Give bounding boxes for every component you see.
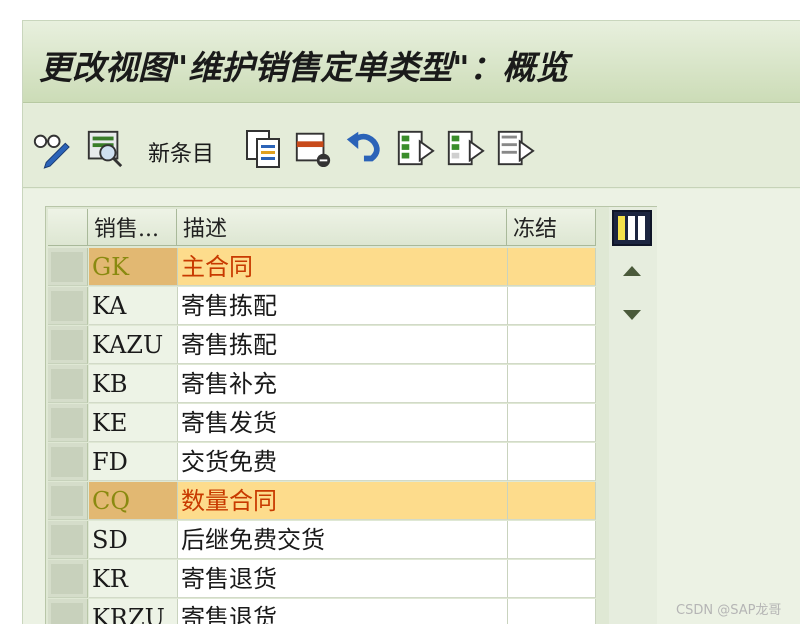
table-row[interactable]: KB 寄售补充 [48, 365, 596, 404]
copy-icon[interactable] [243, 126, 283, 170]
deselect-all-icon[interactable] [495, 126, 535, 170]
cell-blocked[interactable] [508, 248, 596, 286]
delete-icon[interactable] [293, 126, 333, 170]
column-header-description[interactable]: 描述 [177, 209, 507, 246]
select-all-icon[interactable] [395, 126, 435, 170]
cell-description[interactable]: 寄售发货 [178, 404, 508, 442]
row-selector[interactable] [48, 326, 88, 364]
cell-blocked[interactable] [508, 326, 596, 364]
cell-description[interactable]: 寄售退货 [178, 599, 508, 624]
table-row[interactable]: SD 后继免费交货 [48, 521, 596, 560]
scroll-up-icon[interactable] [609, 249, 655, 293]
cell-blocked[interactable] [508, 521, 596, 559]
cell-code[interactable]: KB [89, 365, 178, 403]
row-selector[interactable] [48, 248, 88, 286]
row-selector[interactable] [48, 521, 88, 559]
cell-code[interactable]: KR [89, 560, 178, 598]
cell-code[interactable]: KAZU [89, 326, 178, 364]
row-selector[interactable] [48, 599, 88, 624]
cell-code[interactable]: KA [89, 287, 178, 325]
cell-code[interactable]: SD [89, 521, 178, 559]
new-entries-button[interactable]: 新条目 [148, 136, 214, 168]
cell-description[interactable]: 数量合同 [178, 482, 508, 520]
application-toolbar: 新条目 [23, 104, 800, 188]
select-icon[interactable] [85, 126, 125, 170]
cell-description[interactable]: 主合同 [178, 248, 508, 286]
table-row[interactable]: KE 寄售发货 [48, 404, 596, 443]
cell-blocked[interactable] [508, 287, 596, 325]
cell-description[interactable]: 交货免费 [178, 443, 508, 481]
cell-code[interactable]: CQ [89, 482, 178, 520]
page-title: 更改视图"维护销售定单类型"：概览 [39, 48, 569, 87]
cell-blocked[interactable] [508, 599, 596, 624]
table-row[interactable]: KA 寄售拣配 [48, 287, 596, 326]
column-settings-icon[interactable] [612, 210, 652, 246]
cell-description[interactable]: 后继免费交货 [178, 521, 508, 559]
table-control: 销售... 描述 冻结 GK 主合同 KA 寄售拣配 KAZU 寄售拣配 KB … [45, 206, 657, 624]
cell-blocked[interactable] [508, 365, 596, 403]
watermark: CSDN @SAP龙哥 [676, 603, 782, 618]
table-row[interactable]: KAZU 寄售拣配 [48, 326, 596, 365]
cell-code[interactable]: KRZU [89, 599, 178, 624]
select-all-rows-button[interactable] [48, 209, 88, 246]
cell-blocked[interactable] [508, 404, 596, 442]
scroll-down-icon[interactable] [609, 293, 655, 337]
cell-blocked[interactable] [508, 482, 596, 520]
row-selector[interactable] [48, 287, 88, 325]
table-row[interactable]: KRZU 寄售退货 [48, 599, 596, 624]
column-header-blocked[interactable]: 冻结 [507, 209, 596, 246]
content-area: 销售... 描述 冻结 GK 主合同 KA 寄售拣配 KAZU 寄售拣配 KB … [23, 189, 800, 624]
table-row[interactable]: CQ 数量合同 [48, 482, 596, 521]
title-bar: 更改视图"维护销售定单类型"：概览 [23, 21, 800, 103]
cell-blocked[interactable] [508, 443, 596, 481]
row-selector[interactable] [48, 443, 88, 481]
select-block-icon[interactable] [445, 126, 485, 170]
table-side-bar [609, 207, 657, 624]
row-selector[interactable] [48, 404, 88, 442]
table-row[interactable]: FD 交货免费 [48, 443, 596, 482]
sap-window: 更改视图"维护销售定单类型"：概览 新条目 销售... 描述 冻结 GK 主合同… [22, 20, 800, 624]
cell-description[interactable]: 寄售拣配 [178, 287, 508, 325]
table-row[interactable]: KR 寄售退货 [48, 560, 596, 599]
display-change-icon[interactable] [31, 126, 71, 170]
cell-description[interactable]: 寄售退货 [178, 560, 508, 598]
cell-blocked[interactable] [508, 560, 596, 598]
table-row[interactable]: GK 主合同 [48, 248, 596, 287]
column-header-sales-doc-type[interactable]: 销售... [88, 209, 177, 246]
row-selector[interactable] [48, 365, 88, 403]
undo-icon[interactable] [343, 126, 383, 170]
row-selector[interactable] [48, 560, 88, 598]
cell-code[interactable]: FD [89, 443, 178, 481]
cell-code[interactable]: GK [89, 248, 178, 286]
cell-description[interactable]: 寄售拣配 [178, 326, 508, 364]
row-selector[interactable] [48, 482, 88, 520]
cell-description[interactable]: 寄售补充 [178, 365, 508, 403]
cell-code[interactable]: KE [89, 404, 178, 442]
